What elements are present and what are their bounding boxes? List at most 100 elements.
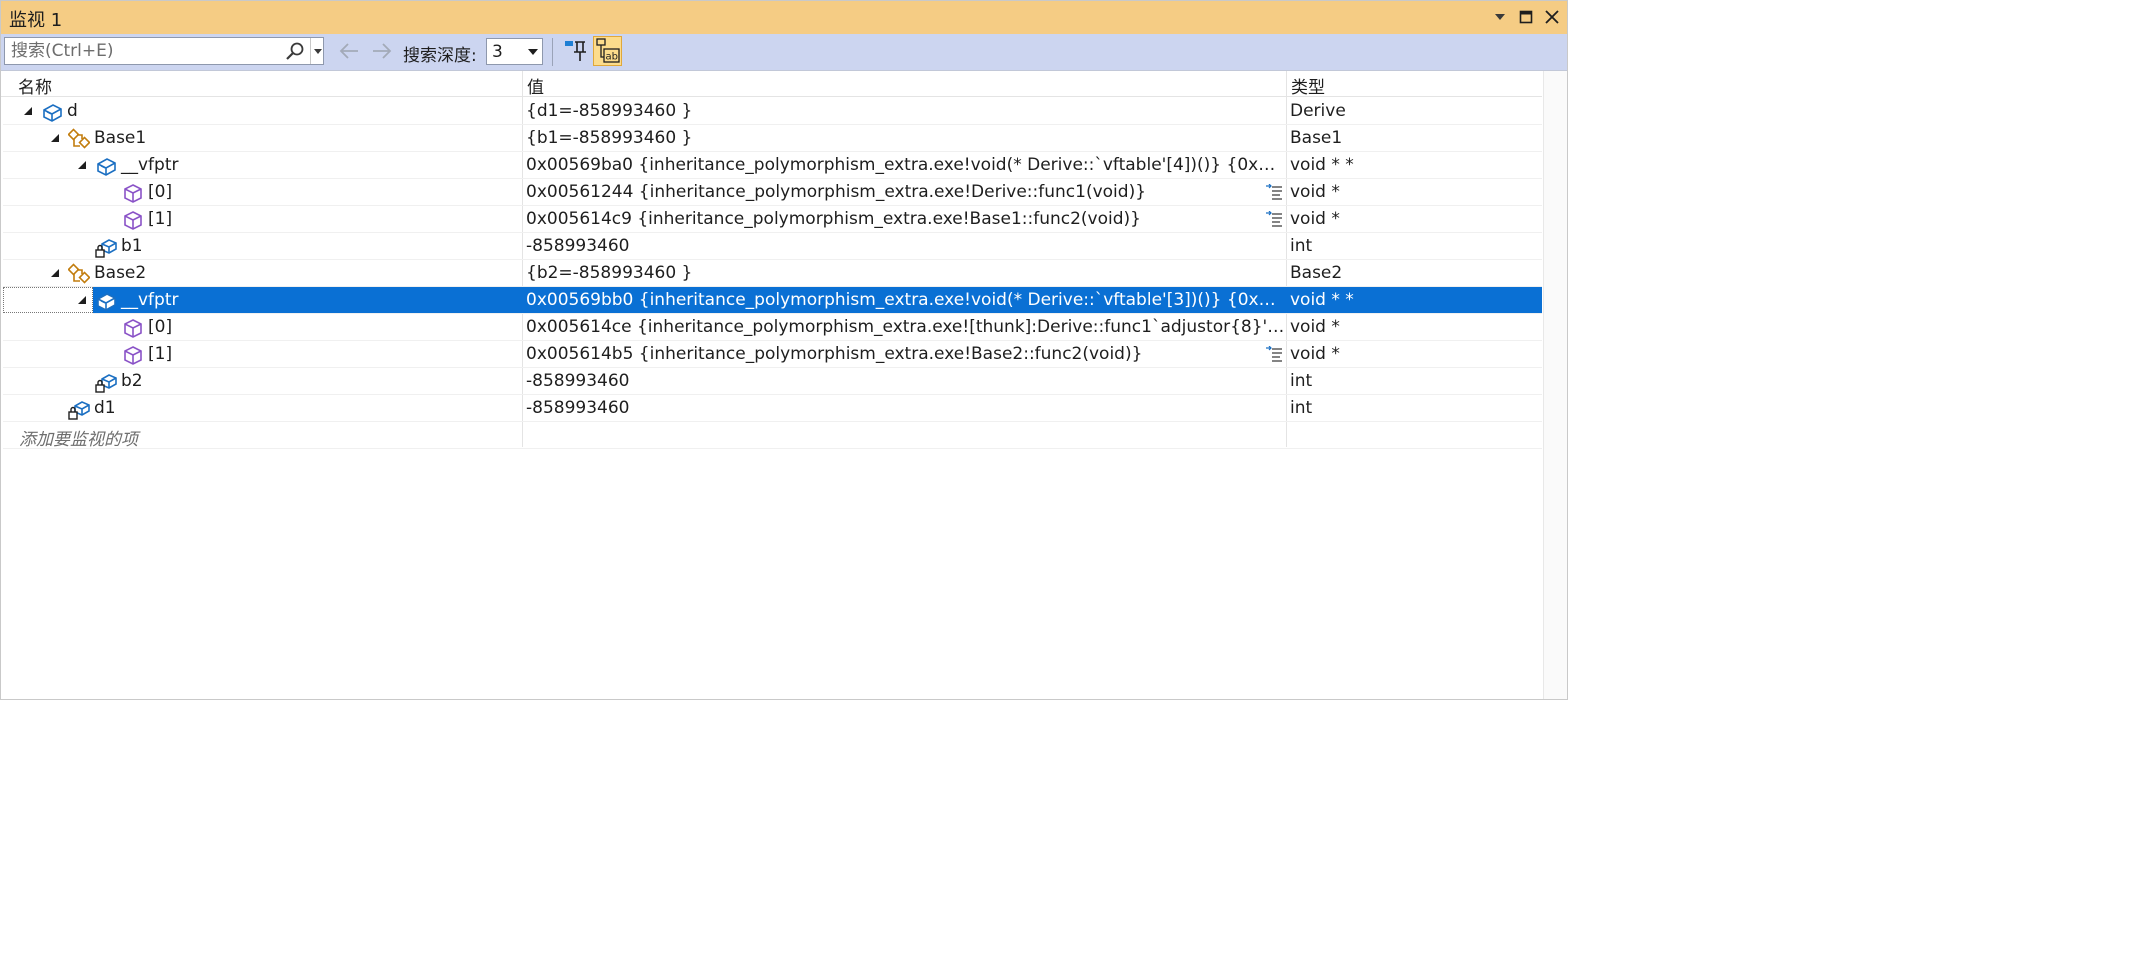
hexadecimal-display-button[interactable]: ab bbox=[593, 36, 622, 66]
row-type: int bbox=[1290, 398, 1313, 418]
expand-collapse-icon[interactable] bbox=[23, 106, 33, 116]
base-class-icon bbox=[68, 128, 90, 149]
add-watch-row[interactable]: 添加要监视的项 bbox=[3, 422, 1542, 450]
search-depth-label: 搜索深度: bbox=[403, 46, 477, 66]
method-icon bbox=[124, 211, 142, 230]
grid-header: 名称 值 类型 bbox=[0, 71, 1542, 98]
back-arrow-icon[interactable] bbox=[338, 41, 360, 61]
text-visualizer-icon[interactable] bbox=[1265, 211, 1283, 228]
method-icon bbox=[124, 319, 142, 338]
row-value[interactable]: 0x00561244 {inheritance_polymorphism_ext… bbox=[526, 182, 1286, 202]
row-value[interactable]: {b1=-858993460 } bbox=[526, 128, 1286, 148]
row-value[interactable]: 0x005614c9 {inheritance_polymorphism_ext… bbox=[526, 209, 1286, 229]
row-type: Base2 bbox=[1290, 263, 1343, 283]
row-type: void * * bbox=[1290, 155, 1354, 175]
row-value[interactable]: -858993460 bbox=[526, 371, 1286, 391]
toolbar-separator bbox=[552, 38, 553, 66]
chevron-down-icon bbox=[314, 48, 322, 54]
window-buttons bbox=[1491, 7, 1561, 27]
row-name: [0] bbox=[148, 182, 173, 202]
row-name: __vfptr bbox=[121, 155, 179, 175]
watch-row[interactable]: [1] 0x005614b5 {inheritance_polymorphism_… bbox=[3, 341, 1542, 368]
column-header-name[interactable]: 名称 bbox=[18, 73, 52, 98]
row-type: int bbox=[1290, 236, 1313, 256]
watch-grid: 名称 值 类型 d {d1=-858993460 } Derive Base1 {b1=… bbox=[0, 71, 1568, 700]
add-watch-placeholder: 添加要监视的项 bbox=[19, 430, 138, 450]
watch-row[interactable]: [1] 0x005614c9 {inheritance_polymorphism_… bbox=[3, 206, 1542, 233]
close-button[interactable] bbox=[1543, 7, 1561, 27]
expand-collapse-icon[interactable] bbox=[77, 160, 87, 170]
row-name: d1 bbox=[94, 398, 116, 418]
row-value[interactable]: 0x00569ba0 {inheritance_polymorphism_ext… bbox=[526, 155, 1286, 175]
column-header-value[interactable]: 值 bbox=[527, 73, 544, 98]
row-value[interactable]: {d1=-858993460 } bbox=[526, 101, 1286, 121]
window-title: 监视 1 bbox=[9, 10, 63, 31]
row-type: void * bbox=[1290, 344, 1340, 364]
row-name: [1] bbox=[148, 344, 173, 364]
row-type: int bbox=[1290, 371, 1313, 391]
row-value[interactable]: 0x005614ce {inheritance_polymorphism_ext… bbox=[526, 317, 1286, 337]
watch-row[interactable]: b2 -858993460 int bbox=[3, 368, 1542, 395]
maximize-icon bbox=[1519, 10, 1533, 24]
row-name: d bbox=[67, 101, 78, 121]
row-type: void * * bbox=[1290, 290, 1354, 310]
method-icon bbox=[124, 184, 142, 203]
search-options-dropdown[interactable] bbox=[310, 38, 325, 64]
watch-row[interactable]: __vfptr 0x00569ba0 {inheritance_polymorph… bbox=[3, 152, 1542, 179]
maximize-button[interactable] bbox=[1517, 7, 1535, 27]
hex-display-icon: ab bbox=[596, 38, 620, 63]
chevron-down-icon bbox=[1495, 14, 1505, 20]
watch-row[interactable]: Base1 {b1=-858993460 } Base1 bbox=[3, 125, 1542, 152]
svg-text:ab: ab bbox=[606, 52, 618, 63]
row-name: Base2 bbox=[94, 263, 147, 283]
row-name: [1] bbox=[148, 209, 173, 229]
search-box bbox=[4, 37, 324, 65]
base-class-icon bbox=[68, 263, 90, 284]
window-dropdown-button[interactable] bbox=[1491, 7, 1509, 27]
search-icon[interactable] bbox=[285, 41, 305, 61]
row-value[interactable]: 0x005614b5 {inheritance_polymorphism_ext… bbox=[526, 344, 1286, 364]
chevron-down-icon bbox=[528, 49, 538, 55]
row-value[interactable]: -858993460 bbox=[526, 398, 1286, 418]
row-name: b1 bbox=[121, 236, 143, 256]
watch-row[interactable]: [0] 0x005614ce {inheritance_polymorphism_… bbox=[3, 314, 1542, 341]
close-icon bbox=[1545, 10, 1559, 24]
row-name: __vfptr bbox=[121, 290, 179, 310]
row-value[interactable]: 0x00569bb0 {inheritance_polymorphism_ext… bbox=[526, 290, 1286, 310]
search-input[interactable] bbox=[5, 38, 287, 64]
expand-collapse-icon[interactable] bbox=[77, 295, 87, 305]
method-icon bbox=[124, 346, 142, 365]
row-type: void * bbox=[1290, 182, 1340, 202]
vertical-scrollbar[interactable] bbox=[1543, 71, 1568, 700]
watch-row[interactable]: d1 -858993460 int bbox=[3, 395, 1542, 422]
expand-collapse-icon[interactable] bbox=[50, 133, 60, 143]
row-type: Derive bbox=[1290, 101, 1346, 121]
protected-field-icon bbox=[95, 239, 117, 258]
text-visualizer-icon[interactable] bbox=[1265, 184, 1283, 201]
column-header-type[interactable]: 类型 bbox=[1291, 73, 1325, 98]
forward-arrow-icon[interactable] bbox=[371, 41, 393, 61]
field-icon bbox=[97, 158, 116, 176]
row-name: [0] bbox=[148, 317, 173, 337]
row-value[interactable]: {b2=-858993460 } bbox=[526, 263, 1286, 283]
watch-row[interactable]: d {d1=-858993460 } Derive bbox=[3, 98, 1542, 125]
row-value[interactable]: -858993460 bbox=[526, 236, 1286, 256]
row-name: b2 bbox=[121, 371, 143, 391]
search-depth-value: 3 bbox=[492, 42, 503, 62]
watch-row[interactable]: b1 -858993460 int bbox=[3, 233, 1542, 260]
row-type: void * bbox=[1290, 209, 1340, 229]
field-icon bbox=[97, 293, 116, 311]
pin-icon[interactable] bbox=[563, 38, 589, 64]
watch-row[interactable]: __vfptr 0x00569bb0 {inheritance_polymorph… bbox=[78, 287, 1542, 314]
row-type: void * bbox=[1290, 317, 1340, 337]
row-name: Base1 bbox=[94, 128, 147, 148]
watch-row[interactable]: [0] 0x00561244 {inheritance_polymorphism_… bbox=[3, 179, 1542, 206]
search-depth-select[interactable]: 3 bbox=[486, 38, 543, 65]
expand-collapse-icon[interactable] bbox=[50, 268, 60, 278]
object-icon bbox=[43, 104, 62, 122]
protected-field-icon bbox=[95, 374, 117, 393]
watch-row[interactable]: Base2 {b2=-858993460 } Base2 bbox=[3, 260, 1542, 287]
row-divider bbox=[3, 448, 1542, 449]
text-visualizer-icon[interactable] bbox=[1265, 346, 1283, 363]
toolbar: 搜索深度: 3 ab bbox=[0, 34, 1568, 71]
